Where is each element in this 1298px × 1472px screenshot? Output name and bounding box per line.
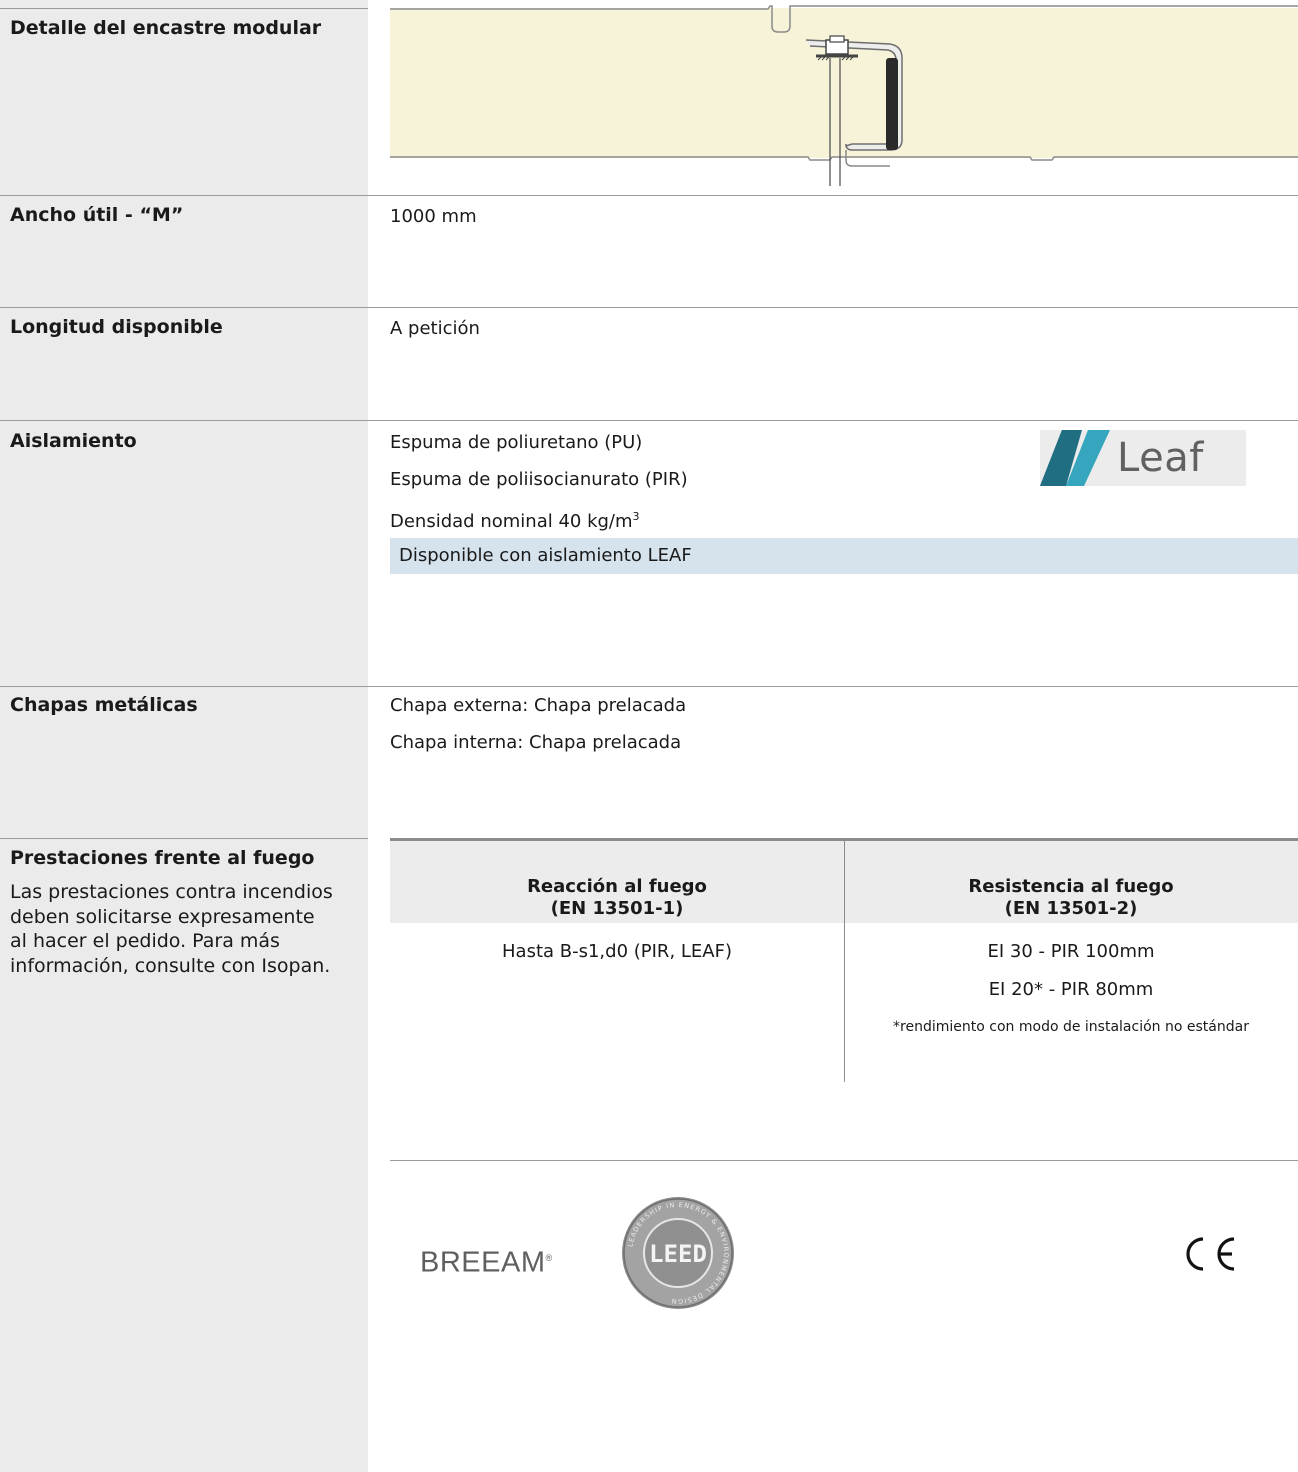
leaf-availability-text: Disponible con aislamiento LEAF	[399, 545, 692, 566]
breeam-registered-mark: ®	[545, 1253, 553, 1263]
fire-note-line: al hacer el pedido. Para más	[10, 930, 280, 952]
length-label: Longitud disponible	[10, 316, 223, 338]
insulation-line: Espuma de poliuretano (PU)	[390, 432, 643, 453]
resistance-value: EI 30 - PIR 100mm	[987, 941, 1155, 962]
resistance-footnote: *rendimiento con modo de instalación no …	[893, 1019, 1249, 1035]
resistance-header-norm: (EN 13501-2)	[1004, 898, 1138, 919]
insulation-line: Espuma de poliisocianurato (PIR)	[390, 469, 688, 490]
fire-performance-label: Prestaciones frente al fuego	[10, 847, 315, 869]
divider	[0, 195, 1298, 196]
density-superscript: 3	[632, 510, 640, 523]
metal-sheet-line: Chapa externa: Chapa prelacada	[390, 695, 687, 716]
metal-sheets-label: Chapas metálicas	[10, 694, 198, 716]
metal-sheet-line: Chapa interna: Chapa prelacada	[390, 732, 682, 753]
fire-note-line: información, consulte con Isopan.	[10, 954, 331, 977]
useful-width-label: Ancho útil - “M”	[10, 204, 184, 226]
useful-width-value: 1000 mm	[390, 206, 477, 227]
reaction-header: Reacción al fuego (EN 13501-1)	[390, 876, 844, 920]
reaction-header-norm: (EN 13501-1)	[550, 898, 684, 919]
fire-note-line: Las prestaciones contra incendios	[10, 881, 333, 903]
divider	[0, 307, 1298, 308]
fire-table: Reacción al fuego (EN 13501-1) Resistenc…	[390, 838, 1298, 1082]
insulation-density: Densidad nominal 40 kg/m3	[390, 505, 640, 534]
ce-mark-icon	[1186, 1237, 1235, 1271]
resistance-header-line: Resistencia al fuego	[968, 876, 1174, 897]
resistance-header: Resistencia al fuego (EN 13501-2)	[844, 876, 1298, 920]
breeam-text: BREEAM	[420, 1246, 546, 1279]
divider	[0, 420, 1298, 421]
length-value: A petición	[390, 318, 480, 339]
resistance-value: EI 20* - PIR 80mm	[988, 979, 1154, 1000]
joint-detail-drawing	[390, 5, 1298, 186]
leed-logo: LEADERSHIP IN ENERGY & ENVIRONMENTAL DES…	[622, 1197, 734, 1309]
leaf-logo-text: Leaf	[1117, 435, 1204, 481]
leed-text: LEED	[649, 1240, 707, 1268]
insulation-label: Aislamiento	[10, 430, 137, 452]
divider	[0, 686, 1298, 687]
leaf-availability-bar: Disponible con aislamiento LEAF	[390, 538, 1298, 574]
fire-note: Las prestaciones contra incendios deben …	[10, 880, 360, 978]
reaction-value: Hasta B-s1,d0 (PIR, LEAF)	[502, 941, 732, 962]
divider	[0, 838, 368, 839]
leaf-logo: Leaf	[1040, 430, 1246, 486]
fire-note-line: deben solicitarse expresamente	[10, 905, 315, 928]
joint-detail-label: Detalle del encastre modular	[10, 17, 322, 39]
divider	[390, 1160, 1298, 1161]
divider	[0, 8, 368, 9]
reaction-header-line: Reacción al fuego	[527, 876, 707, 897]
density-text: Densidad nominal 40 kg/m	[390, 511, 633, 532]
breeam-logo: BREEAM®	[420, 1240, 553, 1281]
